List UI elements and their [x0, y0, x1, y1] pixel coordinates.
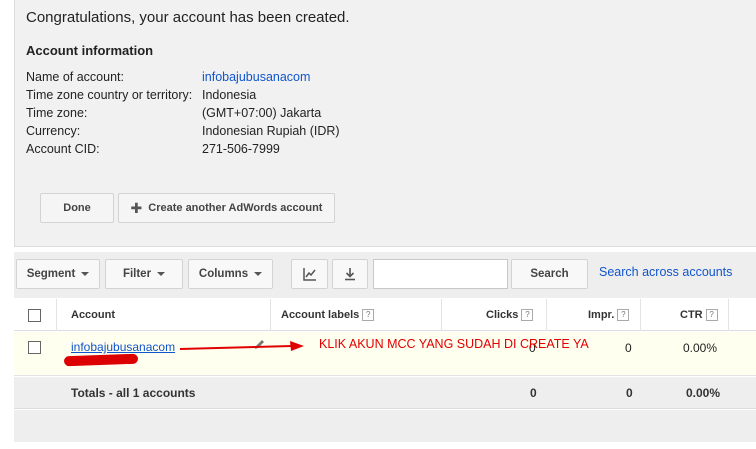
search-button[interactable]: Search [511, 259, 588, 289]
help-icon[interactable]: ? [362, 309, 375, 321]
info-label: Name of account: [26, 70, 124, 84]
header-label: Clicks [486, 309, 519, 321]
column-divider [270, 299, 271, 331]
info-row-name: Name of account: infobajubusanacom [26, 70, 310, 84]
column-divider [640, 299, 641, 331]
info-label: Time zone: [26, 106, 88, 120]
chevron-down-icon [157, 272, 166, 276]
account-link[interactable]: infobajubusanacom [71, 340, 175, 354]
info-label: Time zone country or territory: [26, 88, 193, 102]
info-value: (GMT+07:00) Jakarta [202, 106, 322, 120]
column-header-account[interactable]: Account [71, 309, 115, 321]
info-row-timezone: Time zone: (GMT+07:00) Jakarta [26, 106, 321, 120]
search-across-accounts-link[interactable]: Search across accounts [599, 265, 732, 279]
row-impr: 0 [625, 341, 632, 355]
download-icon [345, 268, 355, 281]
totals-ctr: 0.00% [686, 386, 721, 400]
column-header-impr[interactable]: Impr. ? [588, 309, 630, 321]
line-chart-icon [302, 268, 316, 281]
info-label: Account CID: [26, 142, 100, 156]
account-name-link[interactable]: infobajubusanacom [202, 70, 310, 84]
info-value: 271-506-7999 [202, 142, 280, 156]
totals-impr: 0 [626, 386, 633, 400]
chevron-down-icon [254, 272, 263, 276]
segment-label: Segment [26, 268, 76, 280]
create-another-account-button[interactable]: ✚ Create another AdWords account [118, 193, 335, 223]
columns-label: Columns [198, 268, 249, 280]
info-label: Currency: [26, 124, 81, 138]
column-divider [56, 299, 57, 331]
help-icon[interactable]: ? [705, 309, 718, 321]
chevron-down-icon [81, 272, 90, 276]
row-ctr: 0.00% [683, 341, 718, 355]
download-button[interactable] [332, 259, 368, 289]
header-label: Account labels [281, 309, 360, 321]
info-row-country: Time zone country or territory: Indonesi… [26, 88, 256, 102]
info-row-cid: Account CID: 271-506-7999 [26, 142, 280, 156]
search-input[interactable] [373, 259, 508, 289]
totals-clicks: 0 [530, 386, 537, 400]
create-another-label: Create another AdWords account [148, 202, 323, 214]
info-value: Indonesia [202, 88, 257, 102]
header-label: CTR [680, 309, 703, 321]
chart-toggle-button[interactable] [291, 259, 328, 289]
help-icon[interactable]: ? [617, 309, 630, 321]
column-header-ctr[interactable]: CTR ? [680, 309, 718, 321]
totals-label: Totals - all 1 accounts [71, 386, 196, 400]
done-button[interactable]: Done [40, 193, 114, 223]
column-divider [441, 299, 442, 331]
filter-label: Filter [122, 268, 152, 280]
header-label: Impr. [588, 309, 615, 321]
done-label: Done [63, 202, 91, 214]
account-info-title: Account information [26, 43, 154, 58]
segment-button[interactable]: Segment [16, 259, 100, 289]
filter-button[interactable]: Filter [105, 259, 183, 289]
column-header-clicks[interactable]: Clicks ? [486, 309, 534, 321]
search-label: Search [530, 268, 569, 280]
column-divider [728, 299, 729, 331]
annotation-text: KLIK AKUN MCC YANG SUDAH DI CREATE YA [319, 337, 589, 351]
header-label: Account [71, 309, 115, 321]
columns-button[interactable]: Columns [188, 259, 273, 289]
column-divider [546, 299, 547, 331]
help-icon[interactable]: ? [521, 309, 534, 321]
confirmation-message: Congratulations, your account has been c… [26, 9, 350, 26]
table-header [14, 299, 756, 331]
column-header-labels[interactable]: Account labels ? [281, 309, 375, 321]
info-value: Indonesian Rupiah (IDR) [202, 124, 340, 138]
info-row-currency: Currency: Indonesian Rupiah (IDR) [26, 124, 340, 138]
select-all-checkbox[interactable] [28, 309, 41, 322]
row-checkbox[interactable] [28, 341, 41, 354]
annotation-arrow [180, 341, 304, 351]
table-footer [14, 410, 756, 442]
plus-icon: ✚ [130, 199, 143, 216]
